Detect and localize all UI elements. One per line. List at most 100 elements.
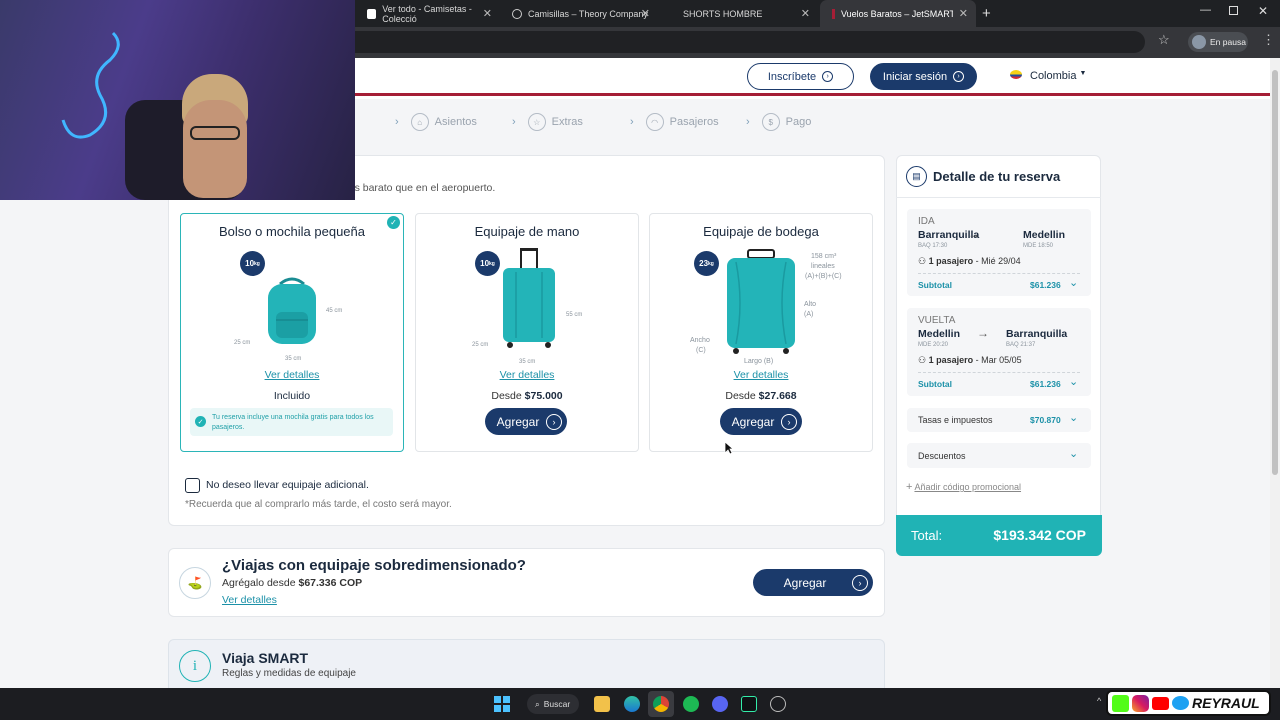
- chevron-down-icon[interactable]: ⌄: [1069, 276, 1078, 289]
- details-link[interactable]: Ver detalles: [649, 369, 873, 381]
- chrome-icon[interactable]: [653, 696, 669, 712]
- details-link[interactable]: Ver detalles: [180, 369, 404, 381]
- step-label: Asientos: [434, 116, 477, 128]
- close-tab-icon[interactable]: ✕: [959, 7, 968, 20]
- instagram-icon: [1132, 694, 1149, 712]
- maximize-icon[interactable]: [1229, 6, 1238, 15]
- edge-icon[interactable]: [624, 696, 640, 712]
- scrollbar[interactable]: [1270, 58, 1280, 688]
- browser-tab-active[interactable]: Vuelos Baratos – JetSMART Av ✕: [820, 0, 976, 27]
- add-carryon-button[interactable]: Agregar ›: [485, 408, 567, 435]
- step-payment[interactable]: › $ Pago: [746, 113, 811, 131]
- tray-chevron-icon[interactable]: ^: [1097, 696, 1101, 706]
- app-icon[interactable]: [770, 696, 786, 712]
- jetsmart-favicon-icon: [832, 8, 835, 19]
- bag-title: Equipaje de bodega: [703, 224, 819, 239]
- no-extra-label[interactable]: No deseo llevar equipaje adicional.: [206, 479, 369, 491]
- price-label: Desde $27.668: [725, 390, 797, 402]
- button-label: Agregar: [783, 575, 827, 590]
- chevron-down-icon[interactable]: ⌄: [1069, 375, 1078, 388]
- discord-icon[interactable]: [712, 696, 728, 712]
- step-passengers[interactable]: › ◠ Pasajeros: [630, 113, 719, 131]
- spotify-icon[interactable]: [683, 696, 699, 712]
- add-checked-button[interactable]: Agregar ›: [720, 408, 802, 435]
- profile-status: En pausa: [1210, 37, 1246, 47]
- weight-badge: 23 kg: [694, 251, 719, 276]
- included-note-text: Tu reserva incluye una mochila gratis pa…: [212, 414, 374, 431]
- add-oversize-button[interactable]: Agregar ›: [753, 569, 873, 596]
- subtotal-value: $61.236: [1030, 379, 1061, 389]
- info-icon: i: [179, 650, 211, 682]
- total-label: Total:: [911, 528, 943, 543]
- step-label: Pago: [785, 116, 812, 128]
- browser-tab[interactable]: Camisillas – Theory Company ✕: [500, 0, 658, 27]
- signup-button[interactable]: Inscríbete ›: [747, 63, 854, 90]
- arrow-circle-icon: ›: [781, 413, 797, 430]
- dim-label: 55 cm: [566, 312, 583, 318]
- subtotal-label: Subtotal: [918, 280, 952, 290]
- person-icon: ⚇: [918, 355, 927, 365]
- destination-city: Barranquilla: [1006, 328, 1068, 340]
- browser-tab[interactable]: SHORTS HOMBRE ✕: [658, 0, 818, 27]
- passenger-info: ⚇ 1 pasajero - Mar 05/05: [918, 355, 1022, 365]
- smart-subtitle: Reglas y medidas de equipaje: [222, 668, 356, 679]
- dim-label: 158 cm³ lineales (A)+(B)+(C): [805, 253, 842, 280]
- close-tab-icon[interactable]: ✕: [641, 7, 650, 20]
- arrow-right-icon: →: [977, 326, 989, 340]
- oversize-details-link[interactable]: Ver detalles: [222, 594, 277, 606]
- dim-label: Largo (B): [744, 358, 774, 365]
- oversize-subtitle: Agrégalo desde $67.336 COP: [222, 577, 363, 589]
- file-explorer-icon[interactable]: [594, 696, 610, 712]
- close-window-icon[interactable]: ✕: [1258, 4, 1268, 18]
- channel-name: REYRAUL: [1192, 695, 1260, 711]
- bag-title: Equipaje de mano: [474, 224, 580, 239]
- dim-label: 25 cm: [472, 342, 489, 348]
- taskbar-search[interactable]: ⌕ Buscar: [527, 694, 579, 714]
- close-tab-icon[interactable]: ✕: [483, 7, 492, 20]
- weight-badge: 10 kg: [240, 251, 265, 276]
- chevron-right-icon: ›: [512, 116, 516, 128]
- step-extras[interactable]: › ☆ Extras: [512, 113, 583, 131]
- close-tab-icon[interactable]: ✕: [801, 7, 810, 20]
- profile-button[interactable]: En pausa: [1188, 32, 1248, 52]
- included-note: ✓ Tu reserva incluye una mochila gratis …: [190, 408, 393, 436]
- webcam-overlay: [0, 0, 355, 200]
- menu-kebab-icon[interactable]: ⋮: [1262, 32, 1275, 48]
- chevron-down-icon[interactable]: ⌄: [1069, 447, 1078, 460]
- person-shape: [183, 100, 247, 198]
- terminal-icon[interactable]: [741, 696, 757, 712]
- baggage-intro: mas barato que en el aeropuerto.: [340, 182, 496, 194]
- new-tab-button[interactable]: +: [982, 5, 991, 22]
- promo-code-link[interactable]: + Añadir código promocional: [906, 481, 1021, 493]
- discounts-label: Descuentos: [918, 451, 966, 461]
- chevron-down-icon[interactable]: ⌄: [1069, 411, 1078, 424]
- arrow-circle-icon: ›: [953, 71, 965, 82]
- minimize-icon[interactable]: —: [1200, 4, 1211, 16]
- no-extra-checkbox[interactable]: [185, 478, 200, 493]
- bookmark-star-icon[interactable]: ☆: [1158, 32, 1170, 48]
- included-label: Incluido: [273, 390, 311, 402]
- carryon-suitcase-icon: [503, 248, 555, 348]
- browser-tab[interactable]: Ver todo - Camisetas - Colecció ✕: [355, 0, 500, 27]
- passenger-info: ⚇ 1 pasajero - Mié 29/04: [918, 256, 1021, 266]
- social-overlay: REYRAUL: [1106, 690, 1271, 716]
- smart-title: Viaja SMART: [222, 650, 309, 666]
- step-seats[interactable]: › ⌂ Asientos: [395, 113, 477, 131]
- avatar: [1192, 35, 1206, 49]
- origin-time: BAQ 17:30: [918, 243, 948, 249]
- search-label: Buscar: [543, 699, 571, 709]
- taxes-value: $70.870: [1030, 415, 1061, 425]
- dim-label: 25 cm: [234, 340, 251, 346]
- login-button[interactable]: Iniciar sesión ›: [870, 63, 977, 90]
- destination-time: MDE 18:50: [1023, 243, 1054, 249]
- button-label: Agregar: [731, 414, 775, 429]
- arrow-circle-icon: ›: [546, 413, 562, 430]
- country-selector[interactable]: Colombia ▼: [1030, 70, 1086, 82]
- smart-card[interactable]: [168, 639, 885, 694]
- details-link[interactable]: Ver detalles: [415, 369, 639, 381]
- windows-start-icon[interactable]: [494, 696, 510, 712]
- dim-label: 35 cm: [519, 359, 536, 365]
- scrollbar-thumb[interactable]: [1272, 70, 1278, 475]
- country-label: Colombia: [1030, 70, 1077, 82]
- step-label: Extras: [551, 116, 583, 128]
